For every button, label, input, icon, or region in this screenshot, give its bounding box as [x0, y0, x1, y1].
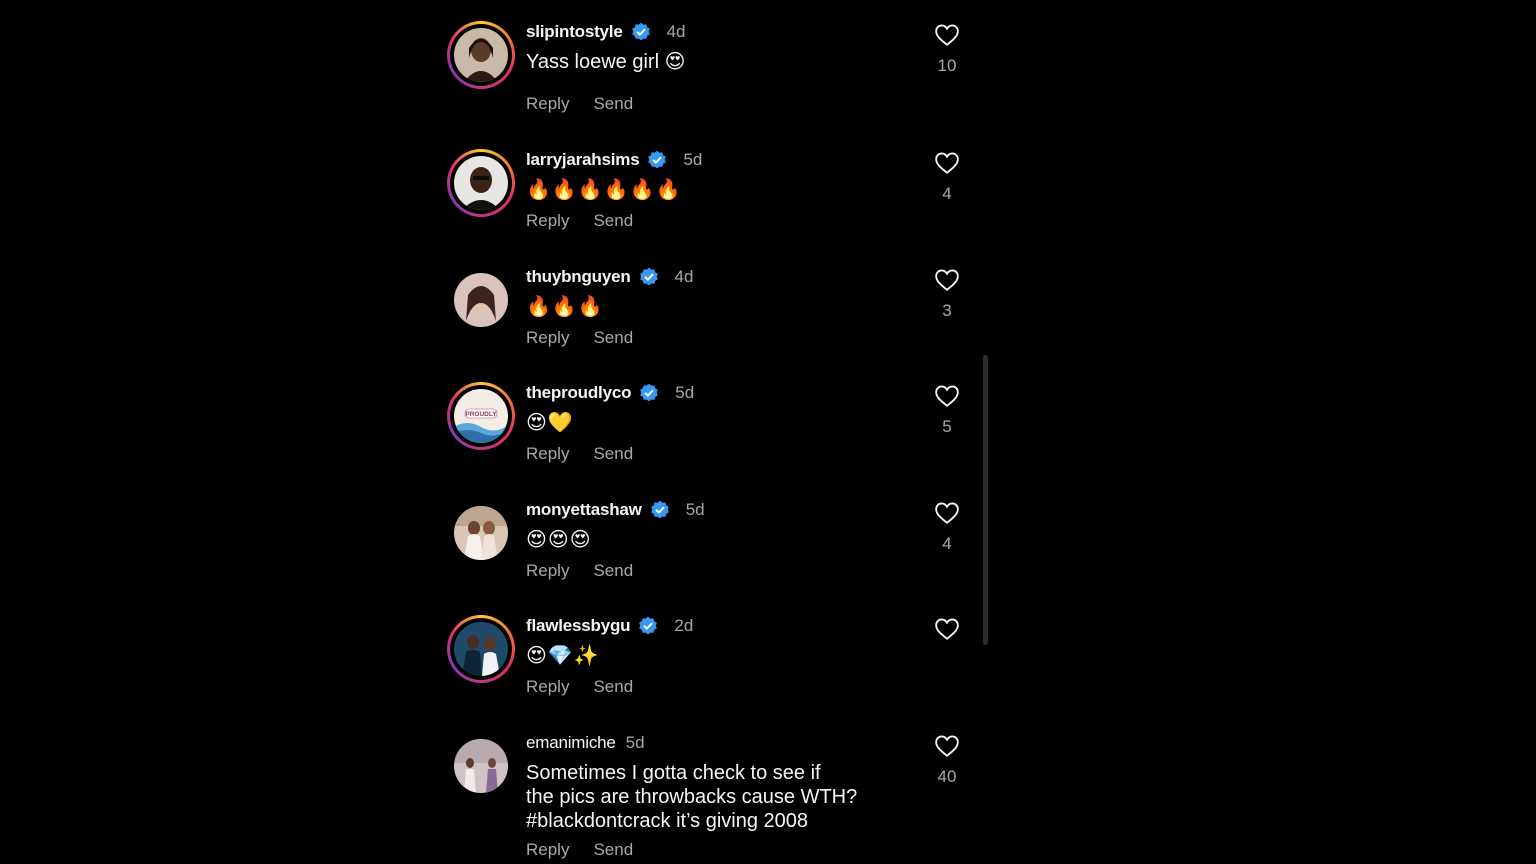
username[interactable]: flawlessbygu [526, 616, 631, 636]
comment-timestamp: 5d [683, 150, 703, 169]
comment-text: 🔥🔥🔥🔥🔥🔥 [526, 179, 682, 201]
avatar[interactable] [454, 28, 508, 82]
send-button[interactable]: Send [593, 840, 633, 860]
reply-button[interactable]: Reply [526, 677, 569, 697]
verified-badge-icon [650, 500, 669, 519]
avatar-story-ring[interactable] [447, 615, 515, 683]
reply-button[interactable]: Reply [526, 211, 569, 231]
send-button[interactable]: Send [593, 444, 633, 464]
like-count: 10 [937, 56, 957, 75]
username[interactable]: thuybnguyen [526, 267, 631, 287]
comment-text: 😍💎✨ [526, 645, 600, 667]
send-button[interactable]: Send [593, 677, 633, 697]
comment-timestamp: 4d [666, 22, 686, 41]
comment-text: 😍💛 [526, 412, 574, 434]
comment-text: 😍😍😍 [526, 529, 592, 551]
avatar-story-ring[interactable]: PROUDLY [447, 382, 515, 450]
avatar-wrapper [447, 266, 515, 334]
avatar[interactable] [454, 506, 508, 560]
scrollbar[interactable] [983, 355, 988, 645]
send-button[interactable]: Send [593, 328, 633, 348]
heart-icon[interactable] [934, 616, 960, 642]
avatar[interactable] [454, 156, 508, 210]
reply-button[interactable]: Reply [526, 444, 569, 464]
verified-badge-icon [640, 383, 659, 402]
comments-list: slipintostyle 4d Yass loewe girl 😍 Reply… [447, 0, 967, 864]
heart-icon[interactable] [934, 267, 960, 293]
verified-badge-icon [648, 150, 667, 169]
comment-timestamp: 5d [625, 733, 645, 752]
like-count: 3 [942, 301, 952, 320]
logo-text: PROUDLY [465, 411, 497, 418]
comment-timestamp: 2d [674, 616, 694, 635]
comment-text: 🔥🔥🔥 [526, 296, 604, 318]
comment-timestamp: 4d [674, 267, 694, 286]
reply-button[interactable]: Reply [526, 94, 569, 114]
reply-button[interactable]: Reply [526, 328, 569, 348]
reply-button[interactable]: Reply [526, 840, 569, 860]
like-count: 4 [942, 534, 952, 553]
comment-timestamp: 5d [685, 500, 705, 519]
comment-text: Sometimes I gotta check to see if the pi… [526, 762, 858, 832]
verified-badge-icon [631, 22, 650, 41]
avatar[interactable]: PROUDLY [454, 389, 508, 443]
avatar-wrapper [447, 499, 515, 567]
like-count: 5 [942, 417, 952, 436]
avatar[interactable] [454, 622, 508, 676]
comment-timestamp: 5d [675, 383, 695, 402]
heart-icon[interactable] [934, 22, 960, 48]
heart-icon[interactable] [934, 150, 960, 176]
avatar-wrapper [447, 732, 515, 800]
username[interactable]: monyettashaw [526, 500, 642, 520]
avatar[interactable] [454, 273, 508, 327]
comment-text: Yass loewe girl 😍 [526, 51, 686, 73]
avatar[interactable] [454, 739, 508, 793]
username[interactable]: slipintostyle [526, 22, 623, 42]
username[interactable]: emanimiche [526, 733, 616, 753]
like-count: 4 [942, 184, 952, 203]
like-count: 40 [937, 767, 957, 786]
send-button[interactable]: Send [593, 211, 633, 231]
verified-badge-icon [639, 616, 658, 635]
send-button[interactable]: Send [593, 94, 633, 114]
heart-icon[interactable] [934, 500, 960, 526]
heart-icon[interactable] [934, 383, 960, 409]
username[interactable]: theproudlyco [526, 383, 631, 403]
avatar-story-ring[interactable] [447, 21, 515, 89]
reply-button[interactable]: Reply [526, 561, 569, 581]
username[interactable]: larryjarahsims [526, 150, 640, 170]
avatar-story-ring[interactable] [447, 149, 515, 217]
send-button[interactable]: Send [593, 561, 633, 581]
verified-badge-icon [639, 267, 658, 286]
heart-icon[interactable] [934, 733, 960, 759]
